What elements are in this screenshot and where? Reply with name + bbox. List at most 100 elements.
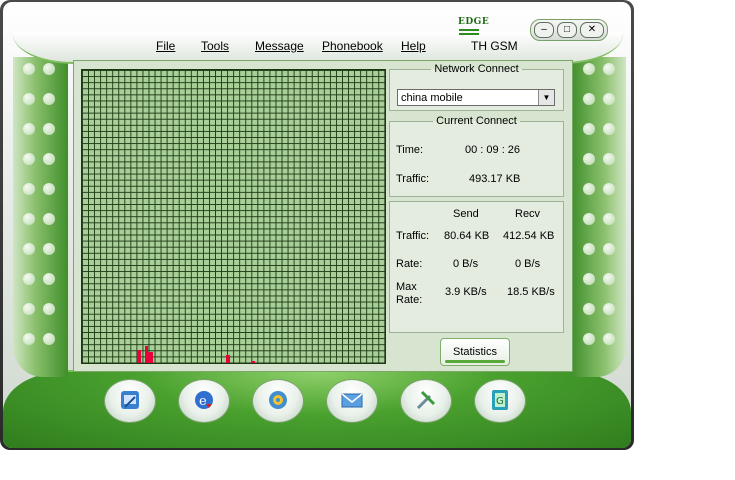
decor-dot (583, 333, 595, 345)
graph-bar (252, 361, 255, 363)
decor-dot (583, 63, 595, 75)
current-connect-group: Current Connect Time: 00 : 09 : 26 Traff… (389, 115, 564, 197)
minimize-icon[interactable]: – (534, 22, 554, 38)
left-pillar (13, 57, 68, 377)
phonebook-icon: G (492, 390, 508, 410)
send-header: Send (453, 208, 479, 220)
bottom-bar (3, 372, 631, 448)
sms-icon (341, 393, 363, 408)
menu-file[interactable]: File (156, 39, 175, 53)
traffic-value: 493.17 KB (469, 173, 521, 185)
max-send-value: 3.9 KB/s (445, 286, 487, 298)
maximize-icon[interactable]: □ (557, 22, 577, 38)
network-connect-legend: Network Connect (434, 63, 519, 75)
phonebook-button[interactable]: G (474, 379, 526, 423)
decor-dot (583, 183, 595, 195)
network-select-value: china mobile (401, 92, 463, 104)
internet-button[interactable]: e (178, 379, 230, 423)
rate-label: Rate: (396, 258, 423, 270)
network-select[interactable]: china mobile ▼ (397, 89, 555, 106)
decor-dot (43, 243, 55, 255)
graph-bar (137, 350, 141, 363)
menu-phonebook[interactable]: Phonebook (322, 39, 383, 53)
menu-message[interactable]: Message (255, 39, 304, 53)
decor-dot (603, 333, 615, 345)
decor-dot (603, 63, 615, 75)
time-value: 00 : 09 : 26 (465, 144, 521, 156)
tools-icon (416, 390, 436, 410)
main-panel: Network Connect china mobile ▼ Current C… (73, 60, 573, 372)
decor-dot (23, 183, 35, 195)
app-window: File Tools Message Phonebook Help EDGE T… (0, 0, 634, 450)
svg-text:G: G (496, 396, 504, 407)
max-recv-value: 18.5 KB/s (507, 286, 555, 298)
chevron-down-icon[interactable]: ▼ (538, 90, 554, 105)
settings-button[interactable] (252, 379, 304, 423)
decor-dot (583, 93, 595, 105)
decor-dot (603, 213, 615, 225)
traffic-graph (81, 69, 386, 364)
decor-dot (23, 213, 35, 225)
decor-dot (43, 333, 55, 345)
connect-icon (121, 391, 139, 409)
decor-dot (23, 303, 35, 315)
decor-dot (43, 63, 55, 75)
decor-dot (43, 273, 55, 285)
traffic-send-value: 80.64 KB (444, 230, 490, 242)
rate-send-value: 0 B/s (453, 258, 479, 270)
decor-dot (603, 123, 615, 135)
decor-dot (603, 183, 615, 195)
network-connect-group: Network Connect china mobile ▼ (389, 63, 564, 111)
window-body: File Tools Message Phonebook Help EDGE T… (3, 2, 631, 448)
close-icon[interactable]: ✕ (580, 22, 604, 38)
graph-bar (148, 352, 153, 363)
decor-dot (43, 123, 55, 135)
decor-dot (23, 333, 35, 345)
decor-dot (603, 273, 615, 285)
network-type-label: EDGE (458, 17, 490, 27)
current-connect-legend: Current Connect (436, 115, 517, 127)
decor-dot (603, 303, 615, 315)
decor-dot (23, 153, 35, 165)
statistics-group: Send Recv Traffic: 80.64 KB 412.54 KB Ra… (389, 201, 564, 333)
decor-dot (23, 93, 35, 105)
decor-dot (23, 63, 35, 75)
decor-dot (43, 93, 55, 105)
window-controls: – □ ✕ (530, 19, 608, 41)
connect-button[interactable] (104, 379, 156, 423)
tools-button[interactable] (400, 379, 452, 423)
decor-dot (583, 273, 595, 285)
decor-dot (43, 183, 55, 195)
statistics-button[interactable]: Statistics (440, 338, 510, 366)
menu-tools[interactable]: Tools (201, 39, 229, 53)
max-rate-label-line1: Max (396, 281, 417, 293)
decor-dot (603, 93, 615, 105)
graph-bar (226, 355, 230, 363)
sms-button[interactable] (326, 379, 378, 423)
rate-recv-value: 0 B/s (515, 258, 541, 270)
traffic-label: Traffic: (396, 173, 430, 185)
decor-dot (43, 153, 55, 165)
svg-text:e: e (199, 394, 207, 409)
time-label: Time: (396, 144, 424, 156)
right-pillar (571, 57, 626, 377)
operator-name: TH GSM (471, 39, 518, 53)
decor-dot (23, 273, 35, 285)
decor-dot (43, 213, 55, 225)
decor-dot (603, 243, 615, 255)
max-rate-label-line2: Rate: (396, 294, 423, 306)
decor-dot (603, 153, 615, 165)
decor-dot (23, 243, 35, 255)
traffic-recv-value: 412.54 KB (503, 230, 555, 242)
decor-dot (23, 123, 35, 135)
signal-icon (459, 29, 479, 39)
decor-dot (43, 303, 55, 315)
stats-traffic-label: Traffic: (396, 230, 430, 242)
menu-help[interactable]: Help (401, 39, 426, 53)
internet-icon: e (195, 391, 213, 409)
decor-dot (583, 123, 595, 135)
decor-dot (583, 303, 595, 315)
decor-dot (583, 243, 595, 255)
recv-header: Recv (515, 208, 541, 220)
settings-icon (269, 391, 287, 409)
